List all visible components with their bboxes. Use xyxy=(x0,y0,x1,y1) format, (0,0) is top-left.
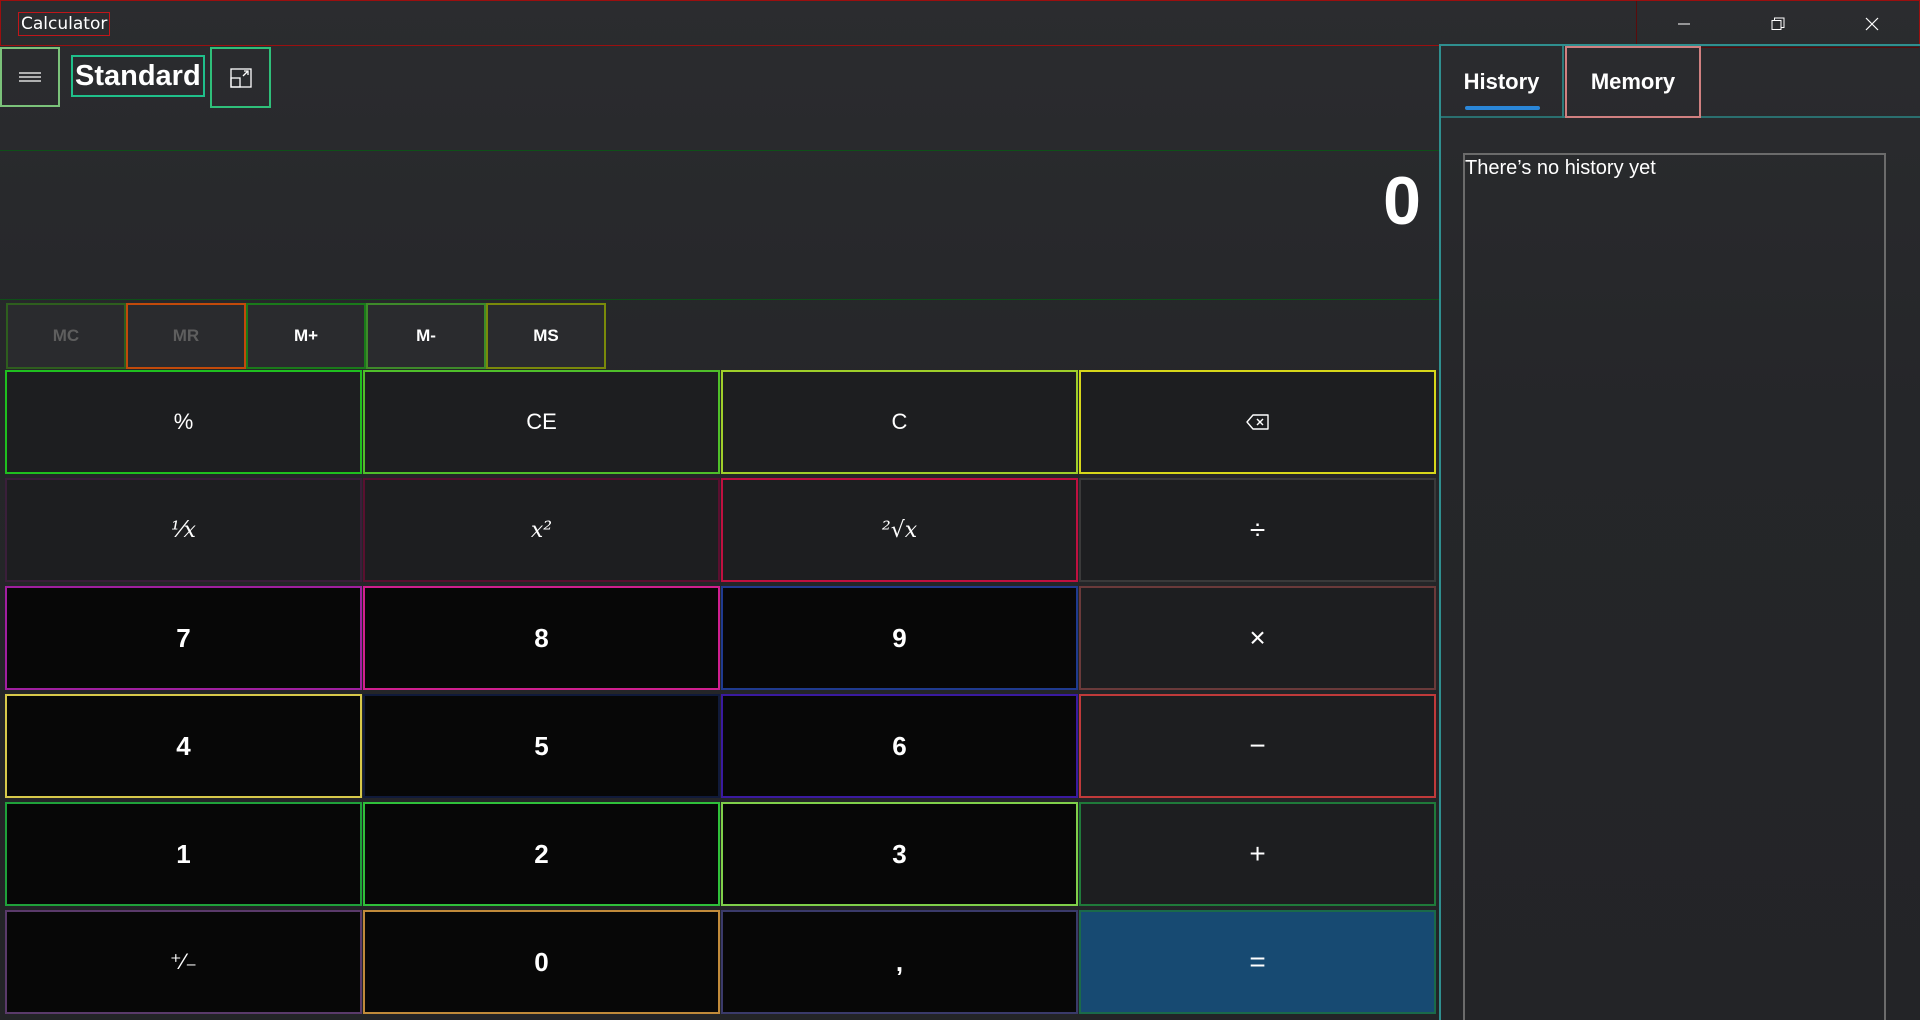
clear-entry-button[interactable]: CE xyxy=(363,370,720,474)
navigation-menu-button[interactable] xyxy=(0,47,60,107)
calculator-window: Calculator Standard 0 MC MR M+ M- MS % C… xyxy=(0,0,1920,1020)
negate-button[interactable]: ⁺⁄₋ xyxy=(5,910,362,1014)
digit-1-button[interactable]: 1 xyxy=(5,802,362,906)
app-title: Calculator xyxy=(18,12,111,36)
memory-clear-button[interactable]: MC xyxy=(6,303,126,369)
calculator-header: Standard xyxy=(0,46,1440,150)
history-empty-message: There’s no history yet xyxy=(1465,157,1656,179)
tab-memory-label: Memory xyxy=(1590,69,1676,94)
equals-button[interactable]: = xyxy=(1079,910,1436,1014)
restore-icon xyxy=(1771,17,1785,30)
digit-0-button[interactable]: 0 xyxy=(363,910,720,1014)
minimize-button[interactable] xyxy=(1637,1,1731,47)
history-memory-pane: History Memory There’s no history yet xyxy=(1439,44,1920,1020)
digit-6-button[interactable]: 6 xyxy=(721,694,1078,798)
pane-tabs: History Memory xyxy=(1441,46,1920,118)
calculator-display: 0 xyxy=(0,150,1439,300)
close-icon xyxy=(1865,17,1879,31)
minimize-icon xyxy=(1678,23,1690,25)
backspace-button[interactable] xyxy=(1079,370,1436,474)
digit-8-button[interactable]: 8 xyxy=(363,586,720,690)
subtract-button[interactable]: − xyxy=(1079,694,1436,798)
tab-history-label: History xyxy=(1463,69,1540,94)
add-button[interactable]: + xyxy=(1079,802,1436,906)
memory-controls: MC MR M+ M- MS xyxy=(6,303,606,369)
history-list[interactable]: There’s no history yet xyxy=(1463,153,1886,1020)
reciprocal-button[interactable]: ¹⁄x xyxy=(5,478,362,582)
active-tab-indicator xyxy=(1465,106,1540,110)
close-button[interactable] xyxy=(1825,1,1919,47)
square-root-button[interactable]: ²√x xyxy=(721,478,1078,582)
divide-button[interactable]: ÷ xyxy=(1079,478,1436,582)
tab-memory[interactable]: Memory xyxy=(1565,46,1701,118)
decimal-separator-button[interactable]: , xyxy=(721,910,1078,1014)
result-value: 0 xyxy=(1383,163,1421,239)
mode-title: Standard xyxy=(71,55,205,97)
keep-on-top-icon xyxy=(229,67,252,88)
memory-recall-button[interactable]: MR xyxy=(126,303,246,369)
backspace-icon xyxy=(1245,414,1269,430)
tab-history[interactable]: History xyxy=(1441,46,1564,118)
digit-3-button[interactable]: 3 xyxy=(721,802,1078,906)
memory-store-button[interactable]: MS xyxy=(486,303,606,369)
percent-button[interactable]: % xyxy=(5,370,362,474)
digit-7-button[interactable]: 7 xyxy=(5,586,362,690)
square-button[interactable]: x² xyxy=(363,478,720,582)
restore-button[interactable] xyxy=(1731,1,1825,47)
keep-on-top-button[interactable] xyxy=(210,47,271,108)
digit-9-button[interactable]: 9 xyxy=(721,586,1078,690)
clear-button[interactable]: C xyxy=(721,370,1078,474)
caption-buttons xyxy=(1636,1,1919,48)
hamburger-icon xyxy=(19,72,41,82)
multiply-button[interactable]: × xyxy=(1079,586,1436,690)
digit-4-button[interactable]: 4 xyxy=(5,694,362,798)
memory-subtract-button[interactable]: M- xyxy=(366,303,486,369)
title-bar: Calculator xyxy=(0,0,1920,48)
digit-5-button[interactable]: 5 xyxy=(363,694,720,798)
memory-add-button[interactable]: M+ xyxy=(246,303,366,369)
digit-2-button[interactable]: 2 xyxy=(363,802,720,906)
